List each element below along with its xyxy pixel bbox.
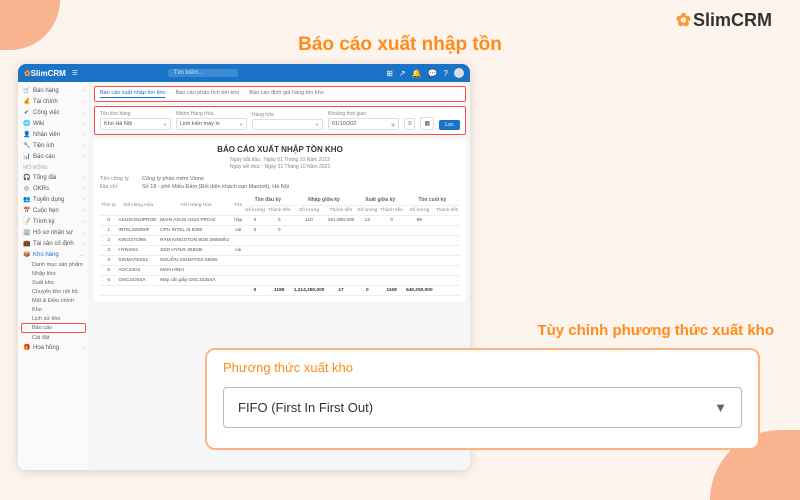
sidebar-subitem[interactable]: Cài đặt — [18, 333, 89, 342]
sidebar-icon: ✔ — [23, 109, 30, 116]
sidebar-item[interactable]: 🎧Tổng đài› — [18, 172, 89, 183]
headline-method: Tùy chỉnh phương thức xuất kho — [537, 322, 774, 339]
sidebar-icon: 📝 — [23, 218, 30, 225]
report-table: Thứ tự Mã Hàng Hóa Tên Hàng Hóa Tên Tồn … — [100, 195, 460, 296]
search-input[interactable]: Tìm kiếm... — [168, 69, 238, 77]
sidebar-icon: 🏢 — [23, 229, 30, 236]
filter-button[interactable]: Lọc — [439, 120, 460, 130]
view-grid-icon[interactable]: ▦ — [420, 117, 434, 130]
tab-xuat-nhap-ton[interactable]: Báo cáo xuất nhập tồn kho — [100, 90, 165, 98]
sidebar-item[interactable]: 📦Kho hàng⌄ — [18, 249, 89, 260]
share-icon[interactable]: ↗ — [399, 69, 406, 78]
sidebar-icon: ◎ — [23, 185, 30, 192]
help-icon[interactable]: ? — [444, 69, 448, 78]
sidebar: 🛒Bán hàng›💰Tài chính›✔Công việc›🌐Wiki›👤N… — [18, 82, 90, 470]
filter-daterange[interactable]: 01/10/202▦ — [328, 118, 399, 130]
filter-group[interactable]: Linh kiện máy in▼ — [176, 118, 247, 130]
view-toggle-icon[interactable]: ≡ — [404, 118, 416, 130]
sidebar-item[interactable]: 🏢Hồ sơ nhân sự› — [18, 227, 89, 238]
sidebar-item[interactable]: 🛒Bán hàng› — [18, 85, 89, 96]
sidebar-item[interactable]: 👤Nhân viên› — [18, 129, 89, 140]
sidebar-item[interactable]: ✔Công việc› — [18, 107, 89, 118]
report-title: BÁO CÁO XUẤT NHẬP TỒN KHO — [100, 145, 460, 154]
export-method-select[interactable]: FIFO (First In First Out) ▼ — [223, 387, 742, 428]
logo-top: ✿SlimCRM — [676, 10, 772, 31]
sidebar-icon: 🔧 — [23, 142, 30, 149]
sidebar-subitem[interactable]: Nhập kho — [18, 269, 89, 278]
avatar[interactable] — [454, 68, 464, 78]
table-row: 1INTELI59350FCPU INTEL I5 9350cái00 — [100, 226, 460, 236]
sidebar-item[interactable]: 📊Báo cáo› — [18, 151, 89, 162]
table-row: 6GNC10254AMáy cắt giấy GNC10254A — [100, 276, 460, 286]
app-brand: ✿SlimCRM — [24, 69, 66, 78]
sidebar-section-label: MỞ RỘNG — [18, 162, 89, 172]
sidebar-icon: 💼 — [23, 240, 30, 247]
filter-warehouse[interactable]: Kho Hà Nội▼ — [100, 118, 171, 130]
sidebar-subitem[interactable]: Danh mục sản phẩm — [18, 260, 89, 269]
sidebar-subitem[interactable]: Xuất kho — [18, 278, 89, 287]
sidebar-item[interactable]: 📅Cuộc hẹn› — [18, 205, 89, 216]
apps-icon[interactable]: ⊞ — [386, 69, 393, 78]
sidebar-subitem[interactable]: Kho — [18, 305, 89, 314]
sidebar-item[interactable]: 👥Tuyển dụng› — [18, 194, 89, 205]
table-row: 2KINGSTON8RAM KINGSTON 8GB 2666Mhz — [100, 236, 460, 246]
sidebar-item-hoahong[interactable]: 🎁Hoa hồng› — [18, 342, 89, 353]
sidebar-subitem[interactable]: Chuyển kho nội bộ — [18, 287, 89, 296]
sidebar-item[interactable]: 🌐Wiki› — [18, 118, 89, 129]
table-row: 5AOC24G2MÀN HÌNH — [100, 266, 460, 276]
sidebar-icon: 💰 — [23, 98, 30, 105]
sidebar-item[interactable]: 💼Tài sản cố định› — [18, 238, 89, 249]
report-tabs: Báo cáo xuất nhập tồn kho Báo cáo phân t… — [94, 86, 466, 102]
sidebar-icon: 🎧 — [23, 174, 30, 181]
sidebar-subitem[interactable]: Lịch sử kho — [18, 314, 89, 323]
table-row: 4XIGMATEK01NGUỒN XIGMATEK 650W — [100, 256, 460, 266]
sidebar-icon: 📊 — [23, 153, 30, 160]
sidebar-icon: 🌐 — [23, 120, 30, 127]
bell-icon[interactable]: 🔔 — [412, 69, 422, 78]
table-row: 0ASUSH310PROEMAIN ASUS H310 PRO-Ehộp0011… — [100, 216, 460, 226]
headline-report: Báo cáo xuất nhập tồn — [0, 34, 800, 56]
sidebar-item[interactable]: ◎OKRs› — [18, 183, 89, 194]
sidebar-icon: 🛒 — [23, 87, 30, 94]
sidebar-icon: 👤 — [23, 131, 30, 138]
sidebar-subitem[interactable]: Báo cáo — [21, 323, 86, 333]
tab-dinh-gia[interactable]: Báo cáo định giá hàng tồn kho — [249, 90, 323, 98]
sidebar-item[interactable]: 🔧Tiện ích› — [18, 140, 89, 151]
report-dates: Ngày bắt đầu : Ngày 01 Tháng 10 Năm 2023… — [100, 157, 460, 171]
card-title: Phương thức xuất kho — [223, 360, 742, 375]
sidebar-icon: 📅 — [23, 207, 30, 214]
menu-icon[interactable]: ☰ — [72, 69, 78, 77]
export-method-card: Phương thức xuất kho FIFO (First In Firs… — [205, 348, 760, 450]
filter-bar: Tên kho hàngKho Hà Nội▼ Nhóm Hàng HóaLin… — [94, 106, 466, 135]
sidebar-subitem[interactable]: Mất & Điều chỉnh — [18, 296, 89, 305]
sidebar-item[interactable]: 💰Tài chính› — [18, 96, 89, 107]
table-row: 3HYNIX51SSD HYNIX 256GBcái — [100, 246, 460, 256]
chat-icon[interactable]: 💬 — [428, 69, 438, 78]
report-panel: BÁO CÁO XUẤT NHẬP TỒN KHO Ngày bắt đầu :… — [94, 139, 466, 302]
sidebar-icon: 👥 — [23, 196, 30, 203]
sidebar-item[interactable]: 📝Trình ký› — [18, 216, 89, 227]
chevron-down-icon: ▼ — [714, 400, 727, 415]
sidebar-icon: 📦 — [23, 251, 30, 258]
filter-product[interactable]: ▼ — [252, 119, 323, 130]
gift-icon: 🎁 — [23, 344, 30, 351]
tab-phan-tich[interactable]: Báo cáo phân tích tồn kho — [175, 90, 239, 98]
topbar: ✿SlimCRM ☰ Tìm kiếm... ⊞ ↗ 🔔 💬 ? — [18, 64, 470, 82]
